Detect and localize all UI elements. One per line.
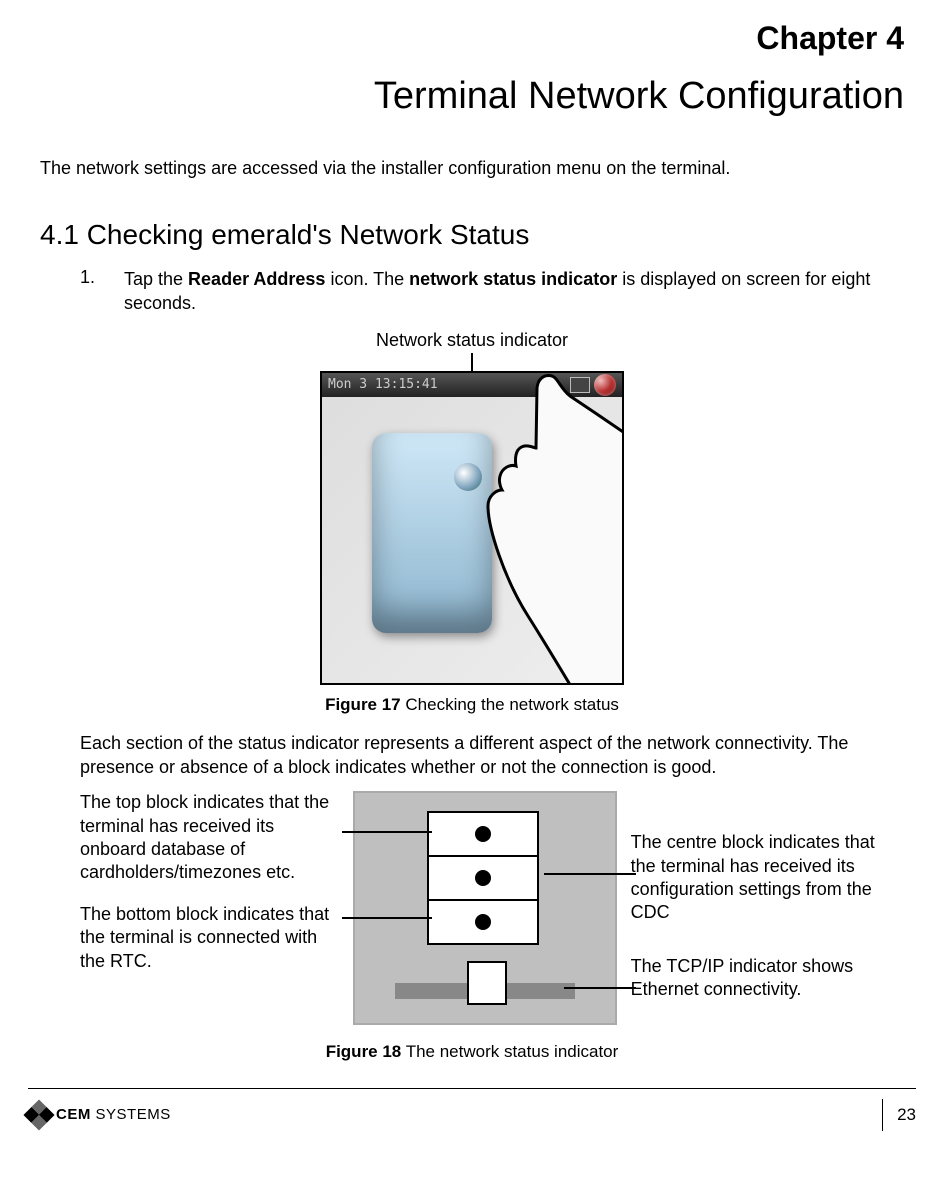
tcp-plug-icon [467,961,507,1005]
page-footer: CEM SYSTEMS 23 [0,1089,944,1145]
cap-t: The network status indicator [401,1042,618,1061]
callout-top-block: The top block indicates that the termina… [80,791,344,885]
figure18-image [353,791,617,1025]
logo-text-cem: CEM [56,1106,91,1123]
hand-pointing-icon [432,371,624,685]
figure18-row: The top block indicates that the termina… [80,791,904,1031]
lead-line [564,987,636,989]
t: Tap the [124,269,188,289]
lead-line [544,873,636,875]
chapter-label: Chapter 4 [40,20,904,57]
logo-text-systems: SYSTEMS [91,1106,171,1123]
indicator-stack-icon [427,811,539,945]
lead-line [342,831,432,833]
t-bold: Reader Address [188,269,325,289]
intro-text: The network settings are accessed via th… [40,158,904,179]
figure17-image: Mon 3 13:15:41 [320,371,624,685]
step-text: Tap the Reader Address icon. The network… [124,267,904,316]
step-1: 1. Tap the Reader Address icon. The netw… [80,267,904,316]
cap-b: Figure 17 [325,695,401,714]
figure18-caption: Figure 18 The network status indicator [40,1042,904,1062]
cap-t: Checking the network status [401,695,619,714]
step-number: 1. [80,267,104,316]
cem-systems-logo: CEM SYSTEMS [28,1104,171,1126]
logo-mark-icon [23,1099,54,1130]
page-number: 23 [882,1099,916,1131]
bottom-block-icon [427,901,539,945]
centre-block-icon [427,857,539,901]
t: icon. The [325,269,409,289]
figure17-callout-label: Network status indicator [376,330,568,351]
paragraph: Each section of the status indicator rep… [80,731,904,780]
callout-bottom-block: The bottom block indicates that the term… [80,903,344,973]
status-time: Mon 3 13:15:41 [328,377,438,392]
lead-line [342,917,432,919]
figure17-caption: Figure 17 Checking the network status [325,695,619,715]
t-bold: network status indicator [409,269,617,289]
callout-centre-block: The centre block indicates that the term… [631,831,904,925]
top-block-icon [427,811,539,857]
chapter-title: Terminal Network Configuration [40,75,904,118]
section-heading: 4.1 Checking emerald's Network Status [40,219,904,251]
cap-b: Figure 18 [326,1042,402,1061]
callout-tcpip: The TCP/IP indicator shows Ethernet conn… [631,955,904,1002]
callout-line [471,353,473,371]
